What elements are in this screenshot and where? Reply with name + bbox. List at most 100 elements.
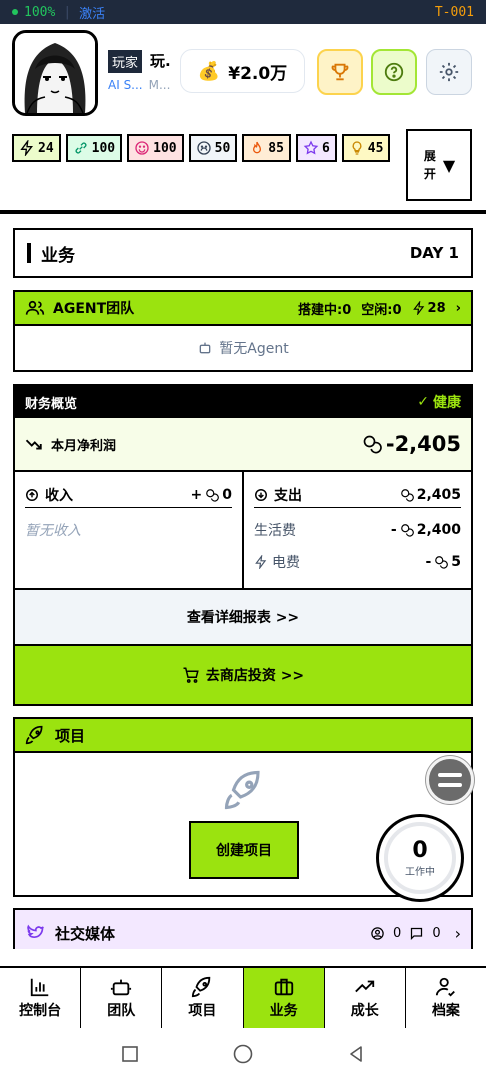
role-tag: 玩家 (108, 50, 143, 73)
rocket-icon (25, 725, 43, 745)
star-icon (303, 140, 319, 155)
income-column: 收入 + 0 暂无收入 (15, 472, 244, 588)
link-icon (75, 142, 87, 154)
status-percent: 100% (24, 4, 56, 20)
stat-passion[interactable]: 85 (242, 134, 291, 162)
stat-idea[interactable]: 45 (341, 134, 391, 162)
stat-network[interactable]: 100 (65, 134, 123, 162)
nav-projects[interactable]: 项目 (162, 968, 244, 1028)
bottom-navigation: 控制台 团队 项目 业务 成长 档案 (0, 966, 486, 1028)
social-media-header[interactable]: 社交媒体 0 0 › (13, 908, 473, 949)
expense-row-value: 5 (451, 554, 461, 570)
day-counter: DAY 1 (409, 244, 459, 262)
stat-value: 24 (38, 140, 54, 156)
stats-row: 24 100 100 50 85 6 45 (12, 134, 392, 162)
player-subtitle-muted: M... (148, 78, 171, 92)
lightning-icon (412, 301, 424, 315)
agent-team-title: AGENT团队 (53, 301, 135, 317)
rocket-icon (224, 770, 260, 810)
income-sign: + (190, 486, 203, 503)
robot-icon (111, 979, 132, 996)
shop-invest-button[interactable]: 去商店投资 >> (15, 646, 471, 704)
net-profit-row: 本月净利润 -2,405 (15, 418, 471, 472)
expense-amount-value: 2,405 (416, 486, 461, 503)
floating-menu-button[interactable] (426, 756, 474, 804)
recents-icon[interactable] (120, 1044, 140, 1064)
agent-idle-count: 空闲:0 (361, 302, 402, 318)
avatar[interactable] (12, 30, 98, 116)
player-header: 玩家 玩. AI S... M... 💰 ¥2.0万 24 100 100 50… (0, 24, 486, 214)
project-header: 项目 (13, 717, 473, 753)
health-label: 健康 (433, 395, 461, 411)
income-label: 收入 (45, 487, 73, 504)
help-icon (384, 62, 404, 82)
stat-value: 6 (321, 140, 330, 156)
lightning-icon (255, 555, 267, 569)
nav-dashboard[interactable]: 控制台 (0, 968, 82, 1028)
nav-label: 成长 (350, 1003, 379, 1019)
briefcase-icon (274, 978, 293, 996)
expand-button[interactable]: 展开 ▼ (406, 129, 472, 201)
expense-column: 支出 2,405 生活费 - 2,400 电费 - 5 (244, 472, 471, 588)
arrow-down-circle-icon (255, 488, 267, 501)
stat-value: 85 (268, 140, 284, 156)
stat-stress[interactable]: 50 (188, 134, 238, 162)
net-profit-value: -2,405 (362, 432, 461, 456)
avatar-portrait-icon (15, 33, 95, 113)
agent-team-stats: 搭建中:0 空闲:0 28 › (298, 299, 461, 318)
back-icon[interactable] (346, 1044, 366, 1064)
finance-header: 财务概览 ✓ 健康 (15, 386, 471, 418)
arrow-up-circle-icon (26, 488, 38, 501)
stat-value: 50 (214, 140, 231, 156)
activate-link[interactable]: 激活 (79, 3, 105, 22)
money-display[interactable]: 💰 ¥2.0万 (180, 49, 305, 93)
settings-button[interactable] (426, 49, 472, 95)
agent-building-count: 搭建中:0 (298, 302, 352, 318)
agent-energy: 28 (412, 301, 446, 316)
view-report-button[interactable]: 查看详细报表 >> (15, 590, 471, 646)
trend-icon (354, 980, 374, 993)
nav-business[interactable]: 业务 (243, 968, 325, 1028)
coins-icon (400, 524, 414, 537)
nav-growth[interactable]: 成长 (325, 968, 406, 1028)
coins-icon (400, 488, 414, 502)
nav-profile[interactable]: 档案 (406, 968, 486, 1028)
help-button[interactable] (371, 49, 417, 95)
coins-icon (363, 435, 382, 454)
create-project-button[interactable]: 创建项目 (189, 821, 299, 879)
stat-happiness[interactable]: 100 (127, 134, 184, 162)
trend-down-icon (25, 439, 42, 450)
lightning-icon (20, 140, 33, 156)
expense-row-sign: - (390, 522, 397, 538)
finance-overview: 财务概览 ✓ 健康 本月净利润 -2,405 收入 + 0 暂无收入 支出 2,… (13, 384, 473, 706)
rocket-icon (192, 976, 211, 998)
page-title: 业务 (41, 245, 75, 266)
expense-amount: 2,405 (400, 487, 461, 503)
agent-energy-value: 28 (427, 300, 446, 316)
expense-row-electricity: 电费 - 5 (254, 552, 461, 572)
finance-title: 财务概览 (25, 396, 78, 412)
player-subtitle-main: AI S... (108, 78, 143, 92)
bird-icon (27, 924, 44, 939)
nav-team[interactable]: 团队 (81, 968, 163, 1028)
player-name: 玩. (150, 52, 171, 70)
agent-empty-state: 暂无Agent (13, 326, 473, 372)
status-bar: 100% | 激活 T-001 (0, 0, 486, 24)
work-status-badge[interactable]: 0 工作中 (376, 814, 464, 902)
home-icon[interactable] (232, 1043, 254, 1065)
social-stats: 0 0 › (370, 924, 461, 943)
money-value: ¥2.0万 (228, 63, 288, 84)
stat-energy[interactable]: 24 (12, 134, 61, 162)
expense-row-amount: - 5 (425, 554, 461, 570)
profile-icon (435, 977, 455, 997)
frown-icon (196, 141, 211, 155)
income-header: 收入 + 0 (25, 482, 232, 508)
stat-reputation[interactable]: 6 (295, 134, 337, 162)
trophy-icon (331, 63, 349, 81)
coins-icon (435, 556, 449, 569)
agent-team-header[interactable]: AGENT团队 搭建中:0 空闲:0 28 › (13, 290, 473, 326)
message-icon (411, 927, 423, 940)
trophy-button[interactable] (317, 49, 363, 95)
working-label: 工作中 (405, 866, 435, 878)
nav-label: 业务 (269, 1003, 298, 1019)
